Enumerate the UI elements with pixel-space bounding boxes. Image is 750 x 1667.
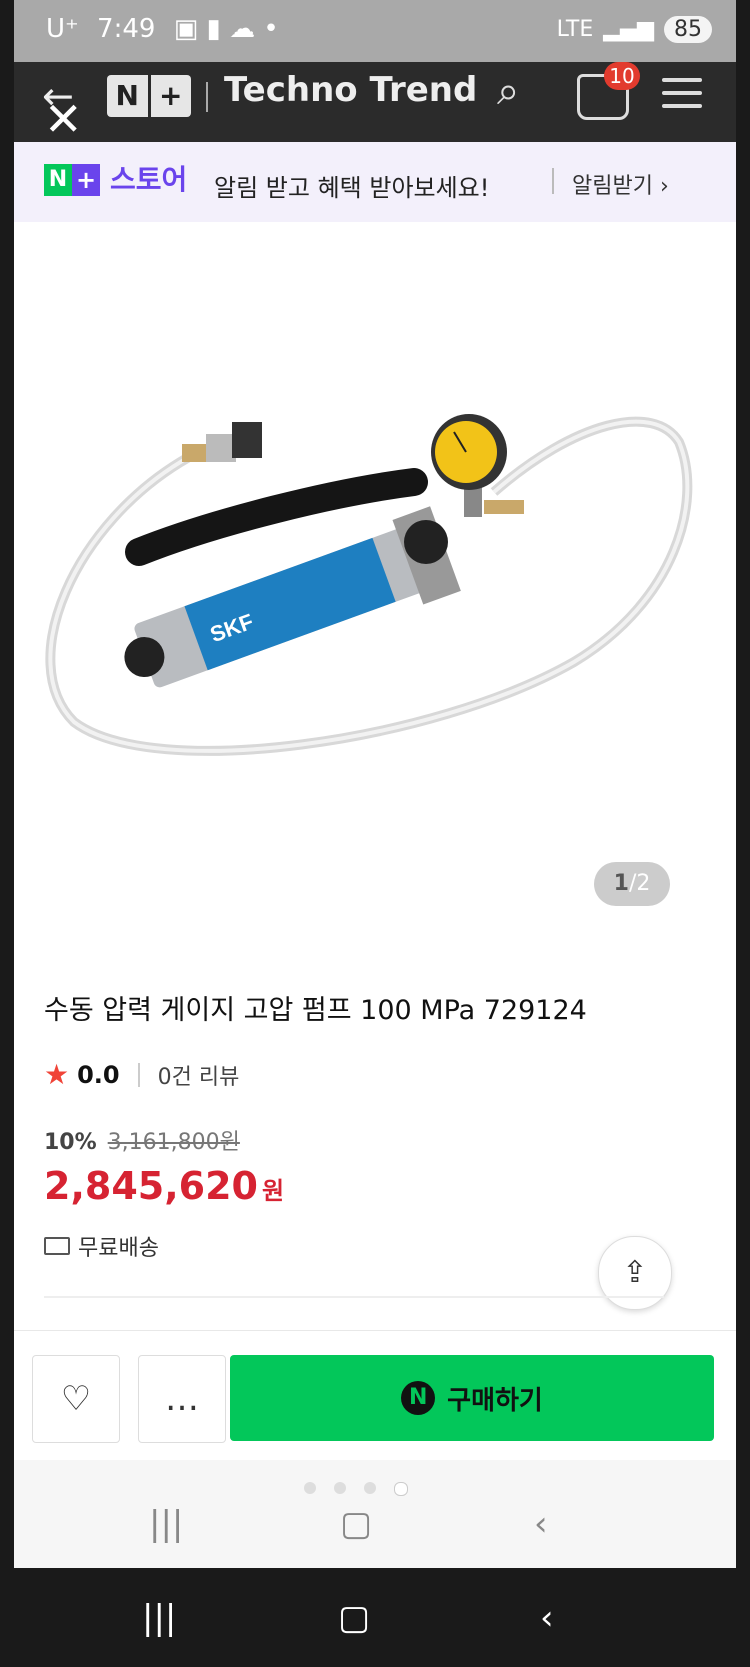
battery-indicator: 85 (664, 16, 712, 43)
buy-label: 구매하기 (447, 1385, 543, 1416)
heart-icon[interactable]: ♡ (32, 1355, 120, 1443)
signal-icon: ▂▄▆ (603, 17, 654, 42)
purchase-action-bar: ♡ … N 구매하기 (14, 1330, 736, 1461)
rating-score: 0.0 (77, 1060, 120, 1089)
review-count[interactable]: 0건 리뷰 (158, 1059, 240, 1091)
page-dots (304, 1482, 408, 1496)
naver-pay-icon: N (401, 1381, 436, 1415)
logo-n: N (44, 164, 72, 196)
recent-apps-icon[interactable]: ||| (149, 1504, 183, 1544)
logo-plus: + (147, 75, 192, 117)
menu-icon[interactable] (662, 78, 702, 117)
product-title: 수동 압력 게이지 고압 펌프 100 MPa 729124 (44, 995, 587, 1026)
network-label: LTE (556, 17, 594, 42)
product-image-gallery[interactable]: SKF 1/2 (14, 222, 736, 922)
notification-icons: ▣ ▮ ☁ • (173, 14, 279, 44)
truck-icon (44, 1237, 70, 1255)
price-unit: 원 (261, 1177, 285, 1205)
discount-row: 10% 3,161,800원 (44, 1124, 240, 1156)
back-icon[interactable]: ‹ (534, 1504, 548, 1544)
image-counter: 1/2 (594, 862, 670, 906)
rating-row[interactable]: ★ 0.0 0건 리뷰 (44, 1058, 239, 1091)
logo-n: N (115, 79, 139, 112)
app-frame: U⁺ 7:49 ▣ ▮ ☁ • LTE ▂▄▆ 85 ← ✕ N + Techn… (14, 0, 736, 1568)
divider (44, 1296, 664, 1298)
naver-plus-logo[interactable]: N + (107, 75, 191, 117)
image-current: 1 (613, 871, 629, 896)
home-icon[interactable]: ▢ (340, 1504, 372, 1544)
chat-icon[interactable]: … (138, 1355, 226, 1443)
header-divider (206, 82, 208, 112)
status-bar: U⁺ 7:49 ▣ ▮ ☁ • LTE ▂▄▆ 85 (14, 0, 736, 62)
store-name[interactable]: Techno Trend (224, 70, 477, 110)
clock: 7:49 (97, 14, 156, 44)
system-recent-apps-icon[interactable]: ||| (142, 1598, 176, 1638)
notice-message: 알림 받고 혜택 받아보세요! (214, 174, 490, 202)
image-total: 2 (636, 871, 651, 896)
system-home-icon[interactable]: ▢ (338, 1598, 370, 1638)
notice-divider (552, 168, 554, 194)
discount-rate: 10% (44, 1130, 97, 1155)
system-back-icon[interactable]: ‹ (540, 1598, 554, 1638)
store-header: ← ✕ N + Techno Trend ⌕ 10 (14, 62, 736, 146)
browser-nav-bar: ||| ▢ ‹ (14, 1460, 736, 1568)
logo-plus: + (72, 164, 100, 196)
buy-button[interactable]: N 구매하기 (230, 1355, 714, 1441)
shipping-label: 무료배송 (78, 1236, 159, 1261)
close-icon[interactable]: ✕ (44, 92, 83, 146)
system-nav-bar: ||| ▢ ‹ (0, 1568, 750, 1667)
shipping-info: 무료배송 (44, 1230, 159, 1262)
price-value: 2,845,620 (44, 1164, 258, 1208)
naver-plus-store-logo: N + 스토어 (44, 164, 187, 196)
product-image: SKF (45, 414, 693, 756)
star-icon: ★ (44, 1058, 70, 1091)
carrier-label: U⁺ (46, 14, 79, 44)
subscribe-alert-button[interactable]: 알림받기 › (572, 168, 669, 200)
search-icon[interactable]: ⌕ (497, 68, 519, 114)
notification-banner: N + 스토어 알림 받고 혜택 받아보세요! 알림받기 › (14, 142, 736, 222)
rating-divider (137, 1062, 140, 1087)
logo-store-text: 스토어 (110, 163, 188, 196)
cart-badge: 10 (604, 62, 640, 90)
original-price: 3,161,800원 (107, 1130, 240, 1155)
share-icon[interactable]: ⇪ (598, 1236, 672, 1310)
sale-price: 2,845,620 원 (44, 1164, 284, 1208)
